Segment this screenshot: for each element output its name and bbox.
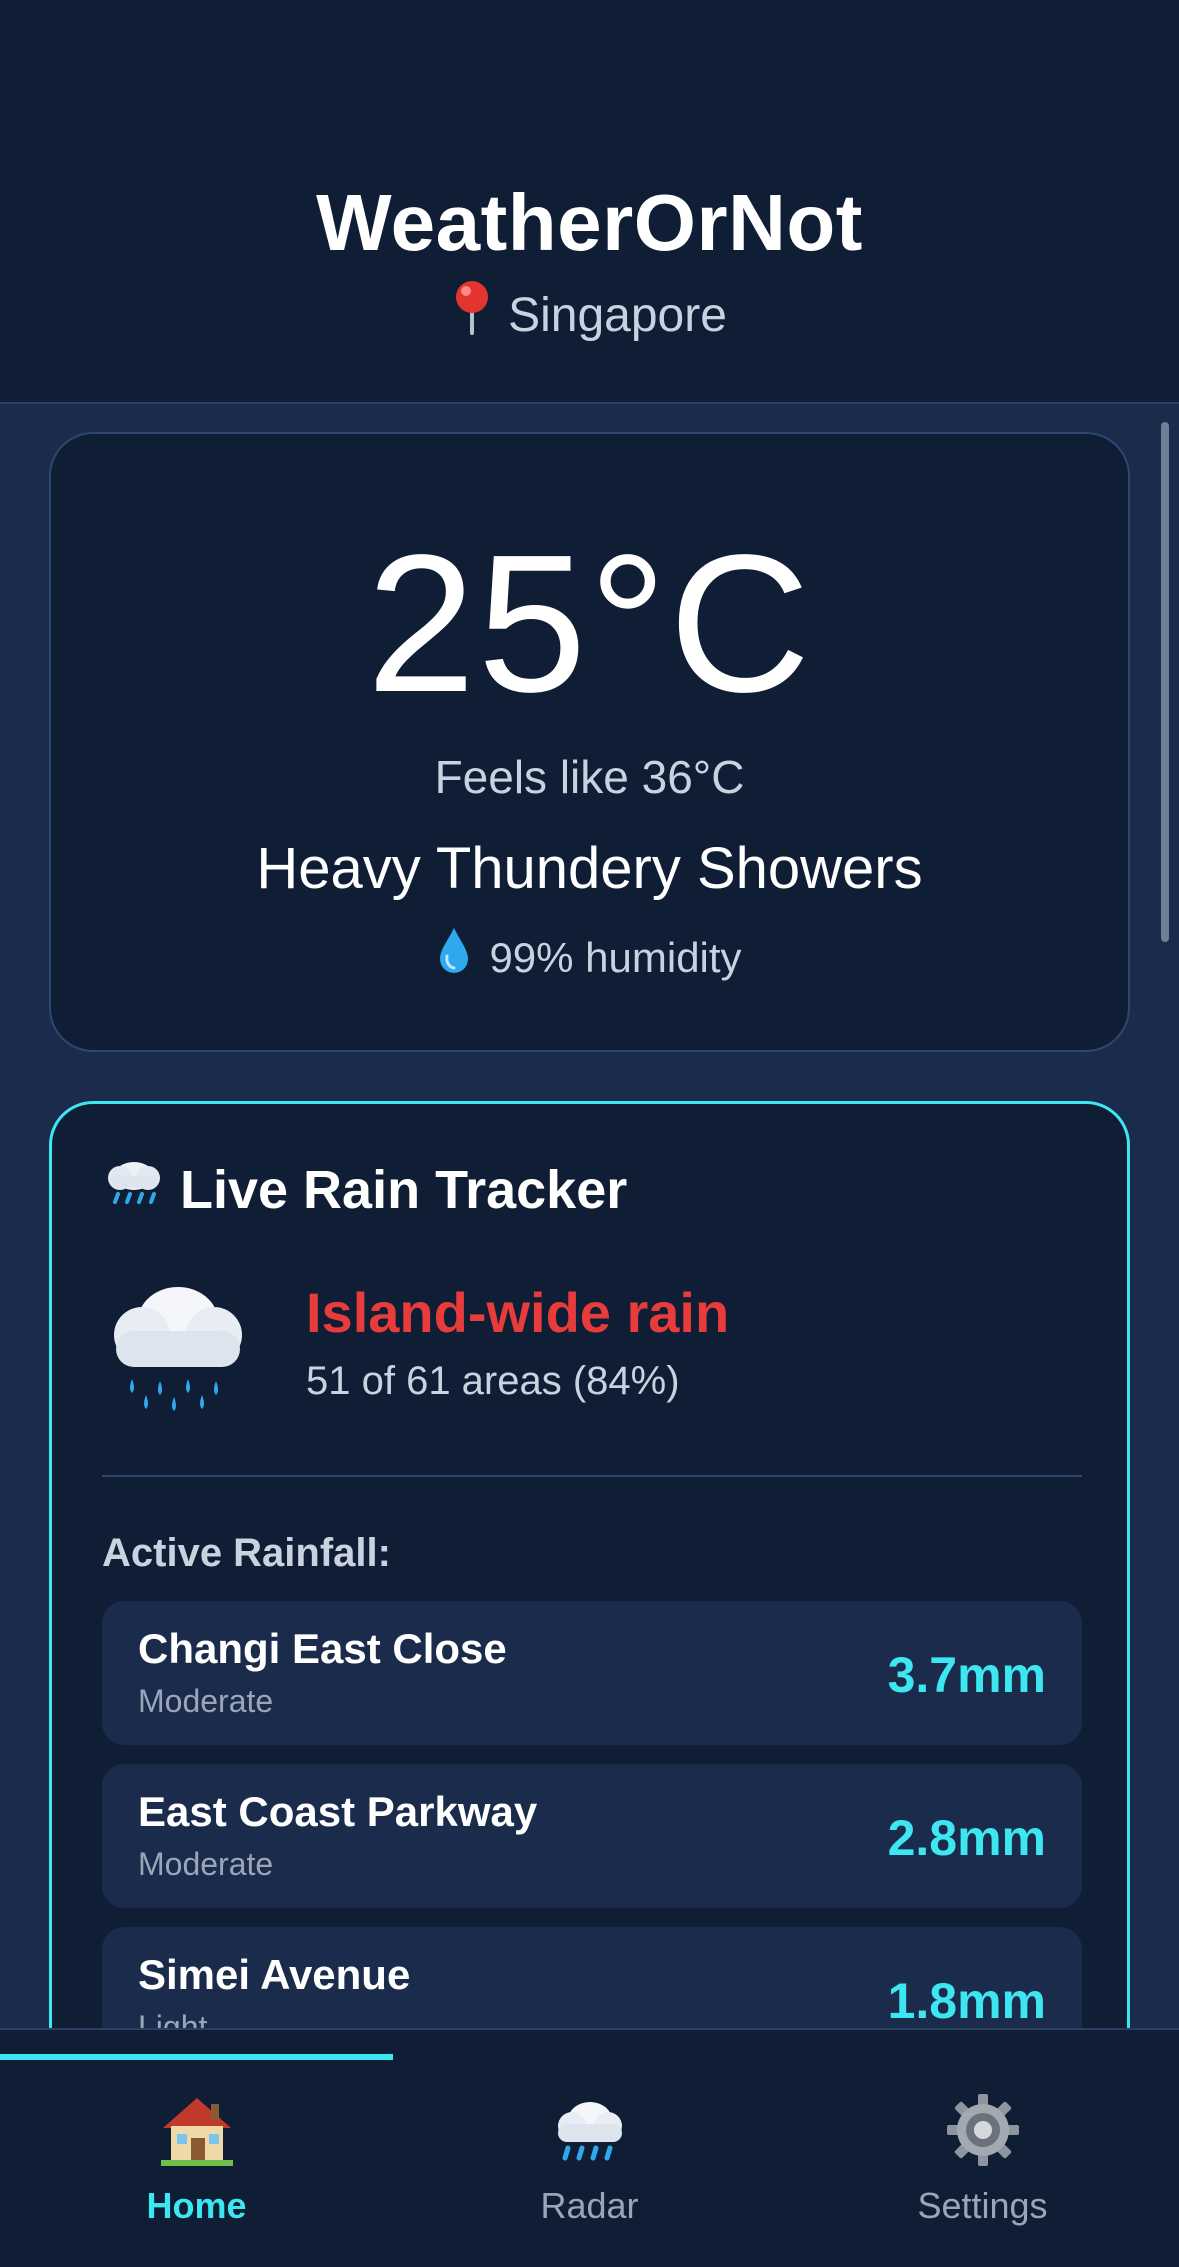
location-text: Singapore [508, 289, 727, 343]
area-name: East Coast Parkway [138, 1788, 538, 1835]
area-rainfall-amount: 1.8mm [887, 1973, 1046, 2029]
current-weather-card: 25°C Feels like 36°C Heavy Thundery Show… [49, 432, 1130, 1052]
rain-status: Island-wide rain [306, 1281, 730, 1344]
current-temperature: 25°C [366, 514, 813, 733]
location-label[interactable]: Singapore [0, 281, 1179, 354]
droplet-icon [437, 926, 471, 988]
rain-cloud-large-icon [102, 1269, 252, 1419]
nav-label-radar: Radar [540, 2185, 639, 2226]
humidity-text: 99% humidity [489, 934, 742, 982]
area-rainfall-amount: 2.8mm [887, 1810, 1046, 1866]
nav-label-home: Home [146, 2185, 247, 2226]
scrollbar[interactable] [1161, 422, 1169, 942]
active-rainfall-label: Active Rainfall: [102, 1531, 391, 1575]
area-name: Simei Avenue [138, 1951, 411, 1998]
nav-tab-settings[interactable]: Settings [786, 2090, 1179, 2240]
humidity-info: 99% humidity [51, 928, 1128, 992]
bottom-nav-bar: Home Radar Settings [0, 2028, 1179, 2267]
area-rainfall-amount: 3.7mm [887, 1647, 1046, 1703]
weather-condition: Heavy Thundery Showers [256, 836, 923, 901]
rain-cloud-icon [550, 2090, 630, 2170]
rain-cloud-icon [102, 1152, 166, 1227]
rain-area-row[interactable]: East Coast Parkway Moderate 2.8mm [102, 1764, 1082, 1908]
rain-summary: 51 of 61 areas (84%) [306, 1359, 680, 1403]
divider [102, 1475, 1082, 1477]
rain-tracker-card: Live Rain Tracker Island-wide rain 51 of… [49, 1101, 1130, 2101]
pin-icon [452, 279, 492, 350]
feels-like-text: Feels like 36°C [434, 751, 745, 803]
nav-label-settings: Settings [917, 2185, 1048, 2226]
rain-tracker-title: Live Rain Tracker [102, 1156, 627, 1231]
nav-tab-radar[interactable]: Radar [393, 2090, 786, 2240]
area-name: Changi East Close [138, 1625, 507, 1672]
area-intensity: Moderate [138, 1846, 274, 1882]
rain-area-row[interactable]: Changi East Close Moderate 3.7mm [102, 1601, 1082, 1745]
area-intensity: Moderate [138, 1683, 274, 1719]
house-icon [157, 2090, 237, 2170]
app-title: WeatherOrNot [316, 178, 863, 267]
active-tab-indicator [0, 2054, 393, 2060]
app-header: WeatherOrNot Singapore [0, 0, 1179, 404]
rain-tracker-title-text: Live Rain Tracker [180, 1159, 628, 1220]
gear-icon [943, 2090, 1023, 2170]
nav-tab-home[interactable]: Home [0, 2090, 393, 2240]
